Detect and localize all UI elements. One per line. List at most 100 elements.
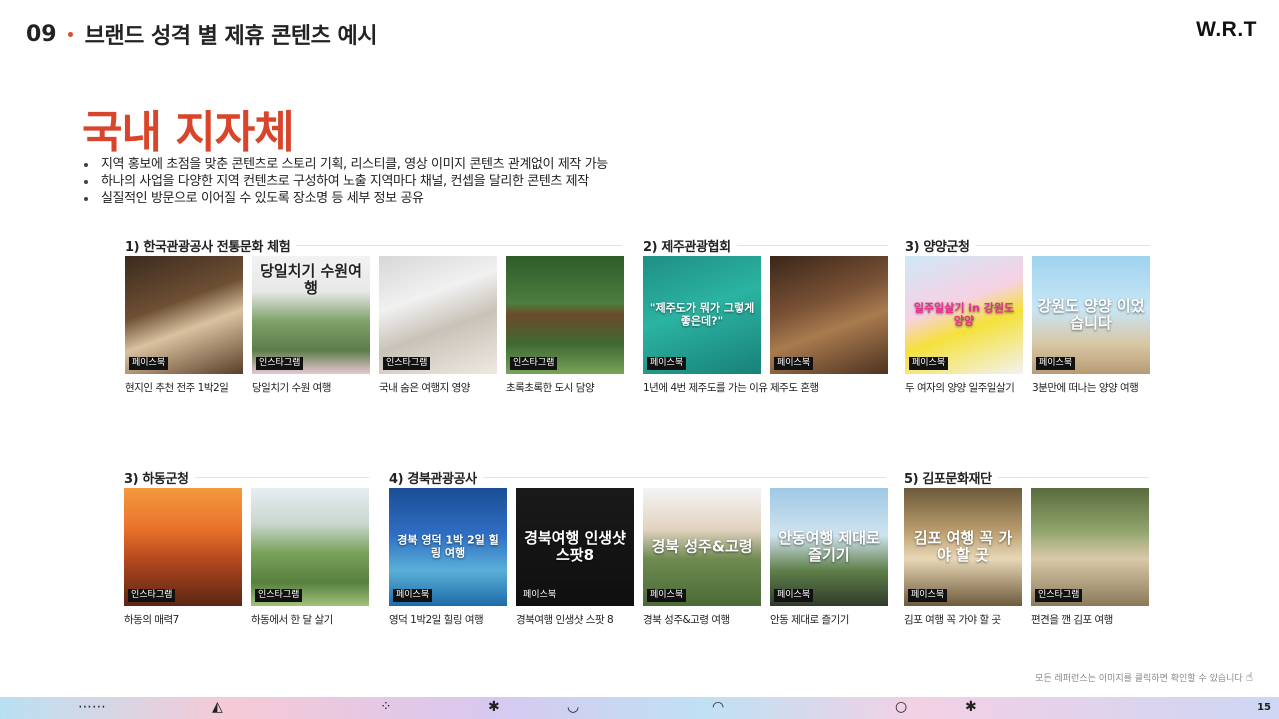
reference-thumbnail[interactable]: 인스타그램 [251, 488, 369, 606]
pointer-hand-icon: ☝ [1245, 670, 1253, 684]
card-row: 인스타그램 하동의 매력7 인스타그램 하동에서 한 달 살기 [124, 488, 369, 627]
card-caption: 제주도 혼행 [770, 382, 819, 394]
thumbnail-overlay-text: "제주도가 뭐가 그렇게 좋은데?" [649, 301, 755, 327]
reference-thumbnail[interactable]: 인스타그램 [506, 256, 624, 374]
card-caption: 3분만에 떠나는 양양 여행 [1032, 382, 1139, 394]
reference-card[interactable]: 경북 영덕 1박 2일 힐링 여행페이스북영덕 1박2일 힐링 여행 [389, 488, 507, 627]
group-label: 5) 김포문화재단 [904, 468, 1149, 487]
bullet-dot [84, 179, 88, 184]
bullet-list: 지역 홍보에 초점을 맞춘 콘텐츠로 스토리 기획, 리스티클, 영상 이미지 … [84, 156, 608, 207]
card-caption: 안동 제대로 즐기기 [770, 614, 849, 626]
reference-thumbnail[interactable]: "제주도가 뭐가 그렇게 좋은데?" 페이스북 [643, 256, 761, 374]
reference-card[interactable]: 경북 성주&고령 페이스북경북 성주&고령 여행 [643, 488, 761, 627]
reference-group: 1) 한국관광공사 전통문화 체험 페이스북 현지인 추천 전주 1박2일 당일치기 … [125, 236, 624, 395]
reference-card[interactable]: 당일치기 수원여행인스타그램당일치기 수원 여행 [252, 256, 370, 395]
reference-thumbnail[interactable]: 인스타그램 [379, 256, 497, 374]
doodle-icon: ⁘ [380, 699, 392, 715]
card-row: 페이스북 현지인 추천 전주 1박2일 당일치기 수원여행 인스타그램 당일치기 수원 … [125, 256, 624, 395]
reference-group: 4) 경북관광공사 경북 영덕 1박 2일 힐링 여행 페이스북 영덕 1박2일 힐링… [389, 468, 888, 627]
reference-card[interactable]: 페이스북현지인 추천 전주 1박2일 [125, 256, 243, 395]
footer-note-text: 모든 레퍼런스는 이미지를 클릭하면 확인할 수 있습니다 [1035, 673, 1243, 684]
thumbnail-overlay-text: 김포 여행 꼭 가야 할 곳 [913, 528, 1013, 564]
reference-thumbnail[interactable]: 경북 성주&고령 페이스북 [643, 488, 761, 606]
reference-group: 3) 하동군청 인스타그램 하동의 매력7 인스타그램 하동에서 한 달 살기 [124, 468, 369, 627]
thumbnail-overlay-text: 경북여행 인생샷 스팟8 [524, 528, 626, 564]
platform-tag: 인스타그램 [128, 589, 176, 602]
platform-tag: 페이스북 [520, 589, 560, 602]
section-title: 브랜드 성격 별 제휴 콘텐츠 예시 [84, 24, 378, 49]
decorative-band: ⋯⋯ ◭ ⁘ ✱ ◡ ◠ ○ ✱ [0, 697, 1279, 719]
bullet-dot [84, 196, 88, 201]
separator-dot [67, 31, 73, 37]
reference-card[interactable]: 김포 여행 꼭 가야 할 곳페이스북 김포 여행 꼭 가야 할 곳 [904, 488, 1022, 627]
reference-card[interactable]: 경북여행 인생샷 스팟8 페이스북경북여행 인생샷 스팟 8 [516, 488, 634, 627]
card-caption: 당일치기 수원 여행 [252, 382, 331, 394]
platform-tag: 인스타그램 [256, 357, 304, 370]
thumbnail-overlay-text: 당일치기 수원여행 [260, 261, 362, 297]
doodle-icon: ✱ [488, 699, 500, 715]
reference-thumbnail[interactable]: 김포 여행 꼭 가야 할 곳페이스북 [904, 488, 1022, 606]
platform-tag: 인스타그램 [1035, 589, 1083, 602]
doodle-icon: ◠ [712, 699, 725, 715]
reference-group: 2) 제주관광협회 "제주도가 뭐가 그렇게 좋은데?" 페이스북 1년에 4번 제주… [643, 236, 888, 395]
reference-thumbnail[interactable]: 당일치기 수원여행인스타그램 [252, 256, 370, 374]
thumbnail-overlay-text: 경북 영덕 1박 2일 힐링 여행 [397, 533, 499, 559]
reference-thumbnail[interactable]: 경북여행 인생샷 스팟8 페이스북 [516, 488, 634, 606]
slide-header: 09 브랜드 성격 별 제휴 콘텐츠 예시 [26, 18, 378, 50]
card-row: "제주도가 뭐가 그렇게 좋은데?" 페이스북 1년에 4번 제주도를 가는 이유 페… [643, 256, 888, 395]
reference-card[interactable]: 페이스북제주도 혼행 [770, 256, 888, 395]
reference-thumbnail[interactable]: 일주일살기 in 강원도 양양 페이스북 [905, 256, 1023, 374]
reference-group: 3) 양양군청 일주일살기 in 강원도 양양 페이스북 두 여자의 양양 일주일살기… [905, 236, 1150, 395]
platform-tag: 페이스북 [908, 589, 948, 602]
thumbnail-overlay-text: 경북 성주&고령 [651, 537, 753, 556]
card-caption: 영덕 1박2일 힐링 여행 [389, 614, 484, 626]
reference-card[interactable]: 일주일살기 in 강원도 양양 페이스북 두 여자의 양양 일주일살기 [905, 256, 1023, 395]
main-title: 국내 지자체 [82, 107, 295, 158]
card-caption: 현지인 추천 전주 1박2일 [125, 382, 229, 394]
group-label: 3) 양양군청 [905, 236, 1150, 255]
reference-card[interactable]: 인스타그램 하동에서 한 달 살기 [251, 488, 369, 627]
doodle-icon: ◡ [567, 699, 580, 715]
card-caption: 초록초록한 도시 담양 [506, 382, 595, 394]
reference-thumbnail[interactable]: 인스타그램 [1031, 488, 1149, 606]
reference-card[interactable]: 인스타그램편견을 깬 김포 여행 [1031, 488, 1149, 627]
reference-thumbnail[interactable]: 경북 영덕 1박 2일 힐링 여행페이스북 [389, 488, 507, 606]
doodle-icon: ✱ [965, 699, 977, 715]
card-row: 김포 여행 꼭 가야 할 곳 페이스북 김포 여행 꼭 가야 할 곳 인스타그램 편견을… [904, 488, 1149, 627]
reference-card[interactable]: 인스타그램하동의 매력7 [124, 488, 242, 627]
reference-card[interactable]: 인스타그램초록초록한 도시 담양 [506, 256, 624, 395]
reference-group: 5) 김포문화재단김포 여행 꼭 가야 할 곳페이스북 김포 여행 꼭 가야 할 … [904, 468, 1149, 627]
card-caption: 하동의 매력7 [124, 614, 179, 626]
platform-tag: 페이스북 [647, 357, 687, 370]
platform-tag: 페이스북 [393, 589, 433, 602]
bullet-item: 지역 홍보에 초점을 맞춘 콘텐츠로 스토리 기획, 리스티클, 영상 이미지 … [84, 156, 608, 173]
platform-tag: 페이스북 [774, 589, 814, 602]
card-caption: 편견을 깬 김포 여행 [1031, 614, 1113, 626]
card-row: 일주일살기 in 강원도 양양 페이스북 두 여자의 양양 일주일살기 강원도 양양 … [905, 256, 1150, 395]
bullet-item: 실질적인 방문으로 이어질 수 있도록 장소명 등 세부 정보 공유 [84, 190, 608, 207]
platform-tag: 인스타그램 [255, 589, 303, 602]
bullet-dot [84, 162, 88, 167]
reference-thumbnail[interactable]: 페이스북 [125, 256, 243, 374]
reference-card[interactable]: 인스타그램 국내 숨은 여행지 영양 [379, 256, 497, 395]
reference-card[interactable]: "제주도가 뭐가 그렇게 좋은데?" 페이스북 1년에 4번 제주도를 가는 이유 [643, 256, 768, 395]
reference-card[interactable]: 강원도 양양 이었습니다 페이스북 3분만에 떠나는 양양 여행 [1032, 256, 1150, 395]
card-caption: 1년에 4번 제주도를 가는 이유 [643, 382, 768, 394]
page-number: 15 [1257, 702, 1271, 713]
reference-thumbnail[interactable]: 페이스북 [770, 256, 888, 374]
card-row: 경북 영덕 1박 2일 힐링 여행 페이스북 영덕 1박2일 힐링 여행 경북여행 인… [389, 488, 888, 627]
doodle-icon: ⋯⋯ [78, 699, 106, 715]
footer-note: 모든 레퍼런스는 이미지를 클릭하면 확인할 수 있습니다 ☝ [1035, 670, 1253, 684]
thumbnail-overlay-text: 일주일살기 in 강원도 양양 [913, 301, 1015, 327]
section-number: 09 [26, 21, 57, 47]
group-label: 1) 한국관광공사 전통문화 체험 [125, 236, 622, 255]
reference-thumbnail[interactable]: 인스타그램 [124, 488, 242, 606]
reference-card[interactable]: 안동여행 제대로 즐기기 페이스북안동 제대로 즐기기 [770, 488, 888, 627]
doodle-icon: ○ [895, 699, 908, 715]
reference-thumbnail[interactable]: 안동여행 제대로 즐기기 페이스북 [770, 488, 888, 606]
reference-thumbnail[interactable]: 강원도 양양 이었습니다 페이스북 [1032, 256, 1150, 374]
platform-tag: 페이스북 [1036, 357, 1076, 370]
card-caption: 경북여행 인생샷 스팟 8 [516, 614, 614, 626]
card-caption: 경북 성주&고령 여행 [643, 614, 730, 626]
platform-tag: 인스타그램 [510, 357, 558, 370]
